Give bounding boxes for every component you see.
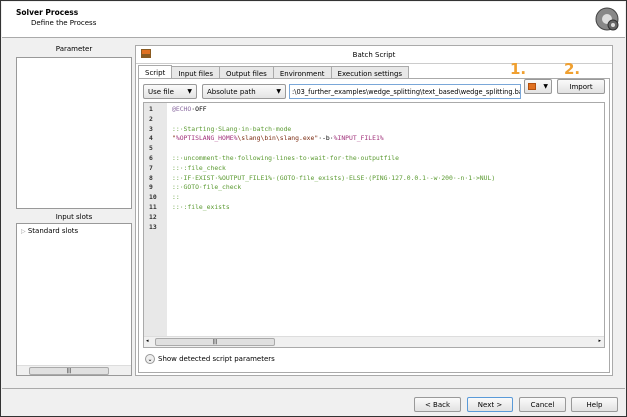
code-token: ::·:file_check bbox=[172, 163, 226, 172]
line-number: 10 bbox=[149, 193, 157, 202]
line-number: 1 bbox=[149, 105, 153, 113]
chevron-down-icon: ▼ bbox=[276, 88, 281, 95]
scrollbar-thumb[interactable]: ||| bbox=[29, 367, 109, 375]
folder-icon bbox=[528, 83, 536, 90]
code-text: @ECHO·OFF bbox=[172, 104, 207, 114]
code-text: ::·Starting·SLang·in·batch·mode bbox=[172, 124, 291, 134]
code-token: :: bbox=[172, 193, 180, 202]
chevron-down-icon[interactable]: ⌄ bbox=[145, 354, 155, 364]
parameter-label: Parameter bbox=[55, 45, 93, 53]
code-text: ::·IF·EXIST·%OUTPUT_FILE1%·(GOTO·file_ex… bbox=[172, 173, 495, 183]
batch-script-title: Batch Script bbox=[352, 51, 396, 59]
line-number: 6 bbox=[149, 154, 153, 162]
tab-script[interactable]: Script bbox=[138, 65, 173, 79]
path-mode-select[interactable]: Absolute path ▼ bbox=[202, 84, 286, 99]
batch-script-panel: Batch Script Script Input files Output f… bbox=[135, 45, 613, 376]
expand-arrow-icon[interactable]: ▷ bbox=[21, 228, 26, 235]
code-text: "%OPTISLANG_HOME%\slang\bin\slang.exe"·-… bbox=[172, 133, 384, 143]
code-token: ::·Starting·SLang·in·batch·mode bbox=[172, 124, 292, 133]
code-token: ::·GOTO·file_check bbox=[172, 183, 242, 192]
back-button[interactable]: < Back bbox=[414, 397, 461, 412]
code-text: ::·uncomment·the·following·lines·to·wait… bbox=[172, 153, 399, 163]
marker-2: 2. bbox=[564, 60, 581, 78]
source-select-value: Use file bbox=[148, 88, 174, 96]
scroll-left-icon[interactable]: ◂ bbox=[146, 338, 149, 344]
input-slots-label: Input slots bbox=[55, 213, 93, 221]
code-token: %INPUT_FILE1% bbox=[333, 134, 384, 143]
page-subtitle: Define the Process bbox=[31, 19, 97, 27]
line-number: 9 bbox=[149, 183, 153, 192]
wizard-header: Solver Process Define the Process bbox=[2, 2, 625, 38]
marker-1: 1. bbox=[510, 60, 527, 78]
code-text: :: bbox=[172, 192, 180, 202]
script-editor[interactable]: 1 @ECHO·OFF2 3::·Starting·SLang·in·batch·m… bbox=[143, 102, 605, 348]
line-number: 4 bbox=[149, 134, 153, 143]
script-path-input[interactable]: :\03_further_examples\wedge_splitting\te… bbox=[289, 84, 521, 99]
code-token: ·-b· bbox=[318, 134, 334, 143]
show-params-toggle[interactable]: ⌄ Show detected script parameters bbox=[145, 354, 275, 364]
import-button[interactable]: Import bbox=[557, 79, 605, 94]
tab-bar: Script Input files Output files Environm… bbox=[138, 65, 410, 79]
code-token: %OPTISLANG_HOME% bbox=[175, 134, 238, 143]
next-button[interactable]: Next > bbox=[467, 397, 513, 412]
gear-icon bbox=[595, 7, 619, 31]
tree-item-label: Standard slots bbox=[27, 227, 79, 235]
line-number: 7 bbox=[149, 163, 153, 172]
page-title: Solver Process bbox=[16, 8, 79, 17]
input-slots-tree: ▷ Standard slots ||| bbox=[16, 223, 132, 376]
scroll-right-icon[interactable]: ▸ bbox=[598, 338, 601, 344]
line-number: 2 bbox=[149, 114, 153, 123]
tree-item-standard-slots[interactable]: ▷ Standard slots bbox=[21, 227, 78, 235]
code-token: ·OFF bbox=[191, 105, 207, 113]
code-text: ::·:file_check bbox=[172, 163, 226, 173]
line-number: 13 bbox=[149, 222, 157, 231]
chevron-down-icon: ▼ bbox=[187, 88, 192, 95]
chevron-down-icon: ▼ bbox=[543, 83, 548, 90]
code-token: ::·IF·EXIST·%OUTPUT_FILE1%·(GOTO·file_ex… bbox=[172, 173, 496, 182]
show-params-label: Show detected script parameters bbox=[158, 355, 275, 363]
browse-button[interactable]: ▼ bbox=[524, 79, 552, 94]
horizontal-scrollbar[interactable]: ◂ ||| ▸ bbox=[144, 336, 604, 347]
line-number: 12 bbox=[149, 212, 157, 221]
help-button[interactable]: Help bbox=[571, 397, 618, 412]
wizard-window: Solver Process Define the Process Parame… bbox=[0, 0, 627, 417]
code-text: ::·:file_exists bbox=[172, 202, 230, 212]
cancel-button[interactable]: Cancel bbox=[519, 397, 566, 412]
code-token: ::·:file_exists bbox=[172, 203, 230, 211]
line-number: 5 bbox=[149, 144, 153, 153]
line-number: 8 bbox=[149, 173, 153, 182]
script-tab-panel: Use file ▼ Absolute path ▼ :\03_further_ex… bbox=[138, 78, 610, 373]
code-token: ::·uncomment·the·following·lines·to·wait… bbox=[172, 154, 400, 162]
line-number: 3 bbox=[149, 124, 153, 133]
batch-script-header: Batch Script bbox=[136, 46, 612, 64]
scrollbar-thumb[interactable]: ||| bbox=[155, 338, 275, 346]
path-mode-value: Absolute path bbox=[207, 88, 256, 96]
parameter-list[interactable] bbox=[16, 57, 132, 209]
code-token: \slang\bin\slang.exe" bbox=[237, 134, 319, 143]
code-token: @ECHO bbox=[172, 105, 192, 113]
line-number: 11 bbox=[149, 203, 157, 211]
code-text: ::·GOTO·file_check bbox=[172, 182, 241, 192]
horizontal-scrollbar[interactable]: ||| bbox=[17, 365, 131, 375]
source-select[interactable]: Use file ▼ bbox=[143, 84, 197, 99]
footer-divider bbox=[2, 388, 625, 389]
